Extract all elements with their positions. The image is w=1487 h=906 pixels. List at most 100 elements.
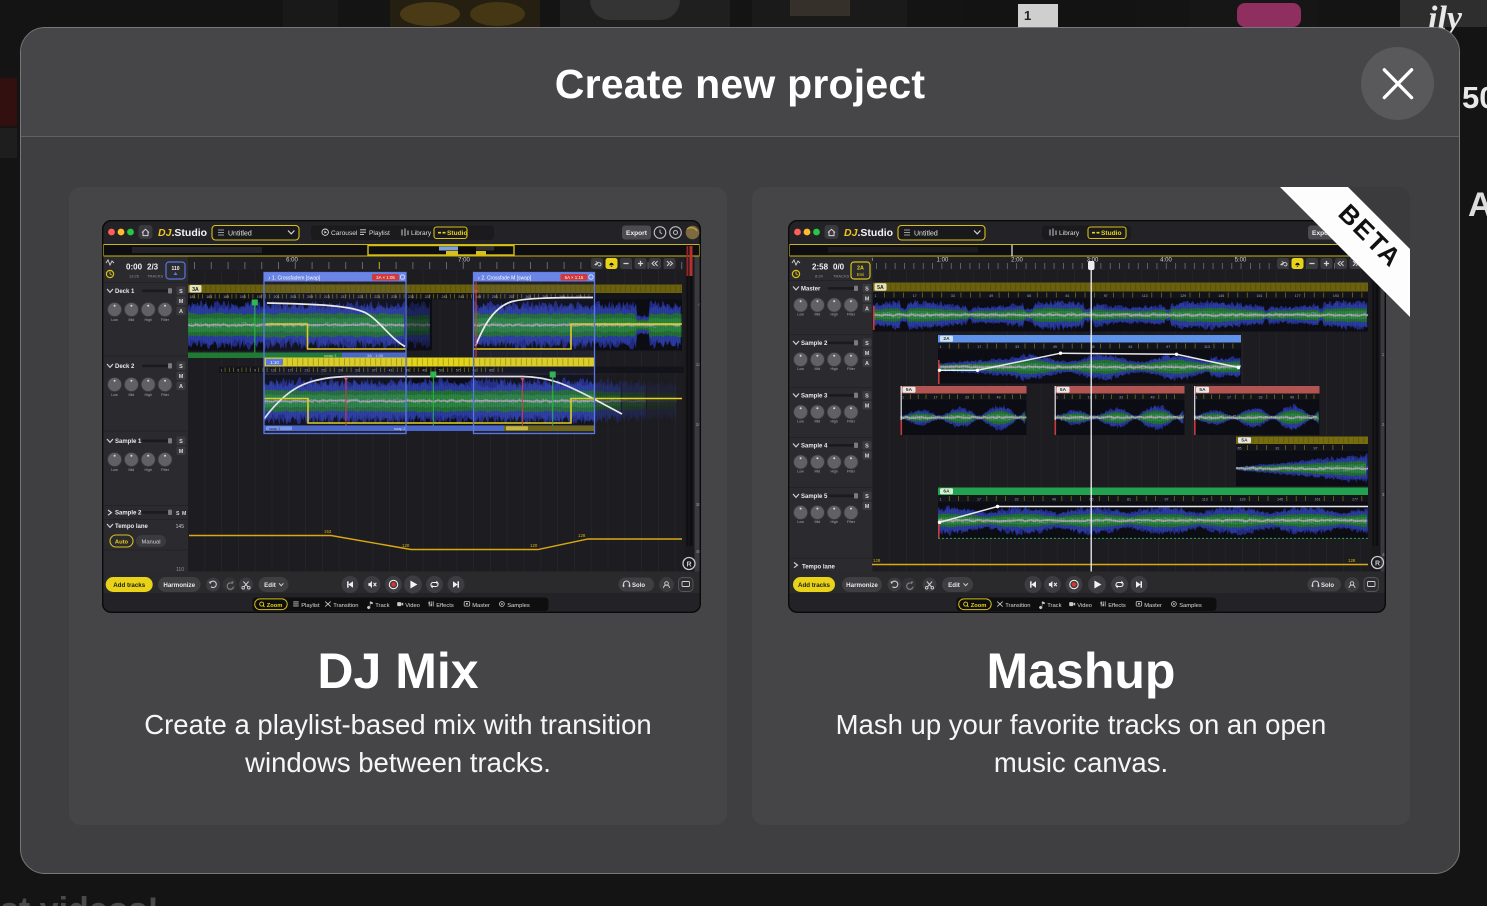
svg-text:128: 128 [578,533,586,538]
svg-text:49: 49 [422,368,426,372]
svg-text:Playlist: Playlist [301,602,320,608]
svg-text:Sample 3: Sample 3 [801,393,828,399]
svg-text:2A: 2A [857,265,864,271]
svg-text:Untitled: Untitled [914,230,938,237]
svg-text:Carousel: Carousel [331,230,358,237]
svg-text:M: M [864,296,869,302]
svg-text:1: 1 [221,368,223,372]
svg-text:S: S [179,364,183,370]
svg-text:1: 1 [1195,395,1197,399]
svg-text:237: 237 [425,294,431,298]
svg-text:2:58: 2:58 [812,262,829,271]
svg-text:Untitled: Untitled [228,230,252,237]
svg-text:17: 17 [977,497,981,501]
svg-text:0:00: 0:00 [126,262,143,271]
svg-text:128: 128 [873,558,881,563]
svg-text:3A × 1:05: 3A × 1:05 [376,275,395,280]
svg-text:Low: Low [111,393,118,397]
svg-text:Low: Low [797,367,804,371]
svg-text:Video: Video [405,602,420,608]
svg-text:5A: 5A [1059,387,1066,393]
svg-text:5A: 5A [1241,437,1248,443]
svg-text:Harmonize: Harmonize [846,582,878,589]
svg-text:DJ: DJ [844,227,859,239]
svg-text:3A: 3A [192,286,199,292]
svg-text:Mid: Mid [814,469,820,473]
svg-text:Track: Track [1047,602,1061,608]
svg-text:33: 33 [1258,395,1262,399]
svg-text:Sample 1: Sample 1 [115,439,142,445]
svg-text:33: 33 [965,395,969,399]
svg-text:17: 17 [1227,395,1231,399]
svg-text:Sample 2: Sample 2 [801,341,828,347]
svg-text:M: M [179,449,184,455]
svg-text:Manual: Manual [142,539,161,545]
svg-text:Mid: Mid [129,468,135,472]
svg-text:120: 120 [530,543,538,548]
svg-text:Sample 4: Sample 4 [801,443,828,449]
svg-text:Solo: Solo [632,583,645,589]
svg-text:245: 245 [458,294,464,298]
svg-text:Transition: Transition [333,602,358,608]
svg-text:65: 65 [1237,446,1241,450]
svg-text:7:00: 7:00 [458,257,470,263]
svg-text:Edit: Edit [948,582,960,589]
svg-text:Studio: Studio [1101,230,1122,237]
svg-text:17: 17 [933,395,937,399]
svg-text:Filter: Filter [161,468,170,472]
svg-text:A: A [865,306,869,312]
svg-text:Filter: Filter [847,367,856,371]
svg-text:Edit: Edit [264,582,276,589]
svg-text:M: M [864,453,869,459]
svg-text:Emi: Emi [856,272,863,277]
svg-text:Add tracks: Add tracks [798,582,831,589]
svg-text:Mid: Mid [814,419,820,423]
svg-text:High: High [830,520,837,524]
svg-text:.Studio: .Studio [172,227,208,239]
svg-text:Track: Track [375,602,389,608]
svg-text:A: A [865,361,869,367]
svg-text:R: R [1374,560,1379,567]
svg-text:DJ: DJ [158,227,173,239]
svg-text:113: 113 [1204,344,1210,348]
svg-text:5A: 5A [905,387,912,393]
svg-text:S: S [865,393,869,399]
svg-text:A: A [179,384,183,390]
svg-text:145: 145 [1277,497,1283,501]
svg-text:81: 81 [1275,446,1279,450]
svg-text:Add tracks: Add tracks [113,582,146,589]
svg-text:Mid: Mid [129,318,135,322]
svg-text:Solo: Solo [1321,583,1334,589]
svg-text:Studio: Studio [447,230,468,237]
svg-text:49: 49 [1290,395,1294,399]
svg-text:♪ 1. Crossfadem [swap]: ♪ 1. Crossfadem [swap] [268,275,321,281]
svg-text:High: High [830,312,837,316]
svg-text:Effects: Effects [1108,602,1126,608]
svg-text:161: 161 [1314,497,1320,501]
svg-text:113: 113 [1202,497,1208,501]
svg-text:Filter: Filter [847,520,856,524]
svg-text:♪ 2. Crossfade M [swap]: ♪ 2. Crossfade M [swap] [478,275,532,281]
svg-text:High: High [145,468,152,472]
svg-text:S: S [176,511,180,517]
svg-text:33: 33 [1014,497,1018,501]
svg-text:Low: Low [111,318,118,322]
svg-text:120: 120 [402,543,410,548]
svg-text:Filter: Filter [847,312,856,316]
svg-text:5A: 5A [1199,387,1206,393]
svg-text:High: High [830,469,837,473]
svg-text:128: 128 [1348,558,1356,563]
svg-text:Low: Low [797,469,804,473]
svg-text:M: M [864,504,869,510]
svg-text:Master: Master [1144,602,1162,608]
svg-text:S: S [865,341,869,347]
svg-text:Transition: Transition [1005,602,1030,608]
svg-text:5A × 1:15: 5A × 1:15 [565,275,584,280]
svg-text:High: High [145,318,152,322]
svg-text:13:26: 13:26 [129,273,140,278]
svg-text:Samples: Samples [1179,602,1202,608]
svg-text:49: 49 [1052,497,1056,501]
svg-text:177: 177 [1352,497,1358,501]
svg-text:6:00: 6:00 [286,257,298,263]
svg-text:8:24: 8:24 [815,273,824,278]
